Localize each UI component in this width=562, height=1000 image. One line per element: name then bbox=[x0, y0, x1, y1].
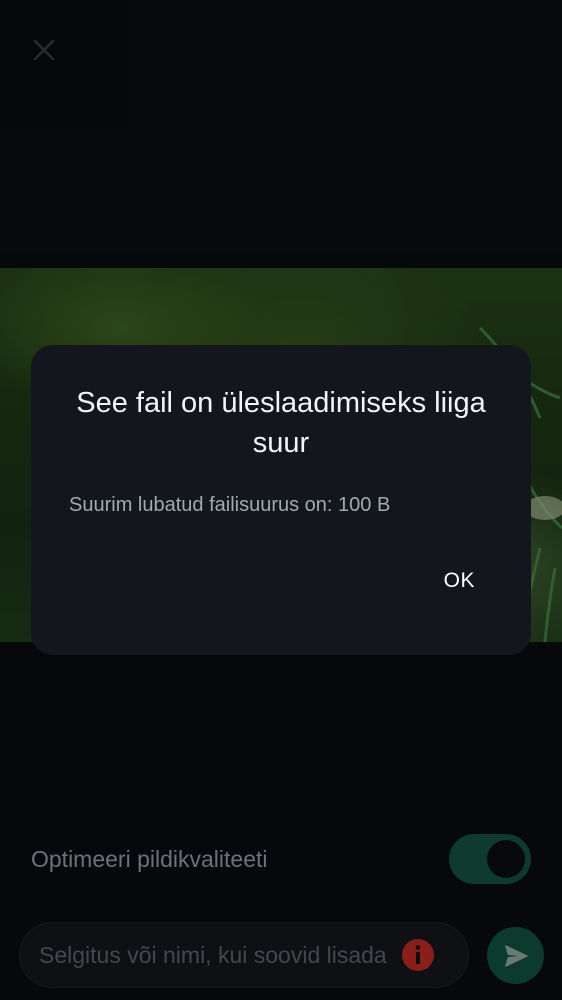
dialog-message: Suurim lubatud failisuurus on: 100 B bbox=[69, 494, 391, 516]
optimize-quality-row: Optimeeri pildikvaliteeti bbox=[31, 830, 531, 888]
optimize-quality-toggle[interactable] bbox=[449, 834, 531, 884]
ok-button[interactable]: OK bbox=[432, 561, 487, 601]
close-button[interactable] bbox=[24, 30, 64, 70]
send-button[interactable] bbox=[487, 927, 544, 984]
optimize-quality-label: Optimeeri pildikvaliteeti bbox=[31, 845, 268, 872]
send-icon bbox=[504, 944, 528, 967]
caption-input-text: Selgitus või nimi, kui soovid lisada bbox=[39, 941, 387, 968]
file-too-large-dialog: See fail on üleslaadimiseks liiga suur S… bbox=[31, 345, 531, 655]
toggle-knob bbox=[487, 840, 525, 878]
close-icon bbox=[33, 39, 55, 61]
error-icon bbox=[402, 939, 434, 971]
dialog-title: See fail on üleslaadimiseks liiga suur bbox=[76, 387, 486, 459]
media-preview-screen: See fail on üleslaadimiseks liiga suur S… bbox=[0, 0, 562, 1000]
